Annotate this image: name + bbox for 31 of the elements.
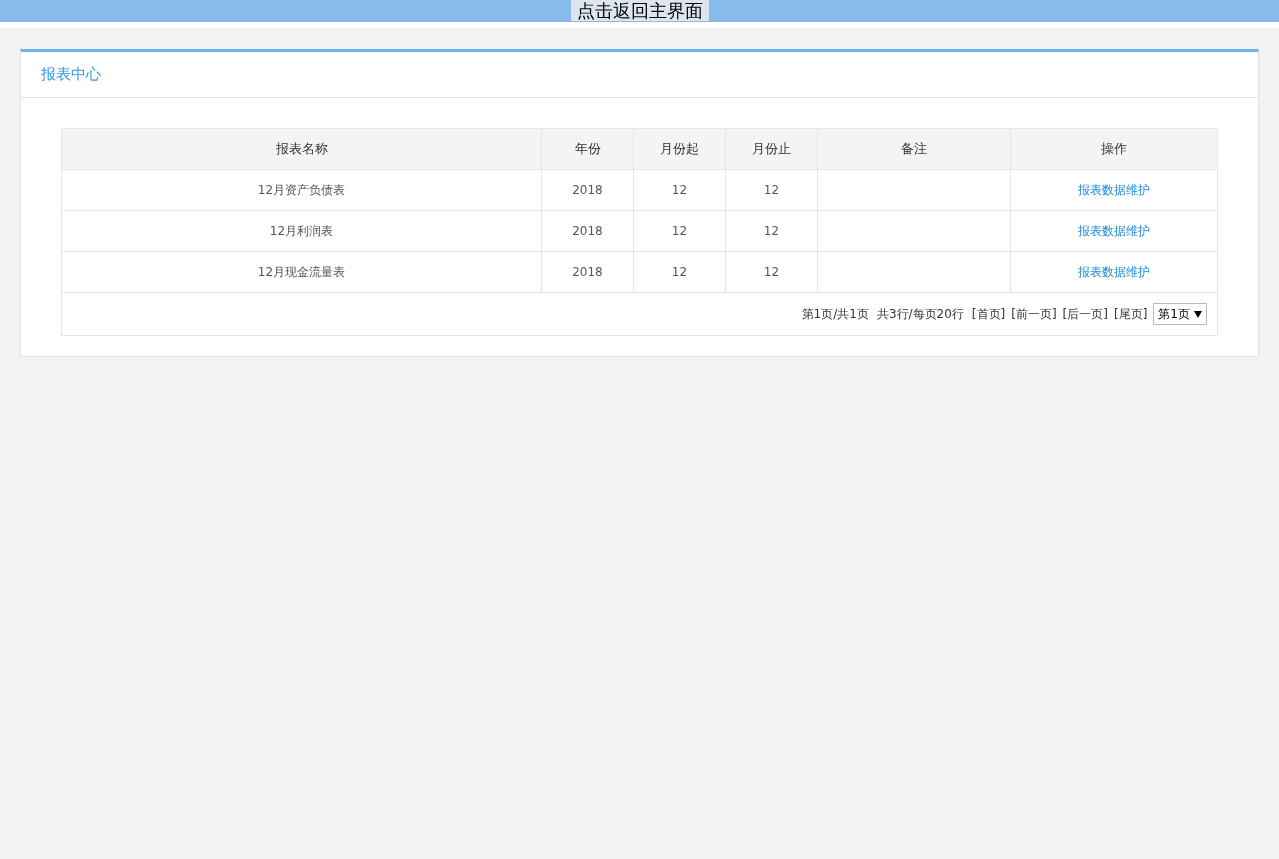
- table-cell: 12月现金流量表: [61, 251, 542, 293]
- pager-link[interactable]: [后一页]: [1062, 305, 1108, 323]
- panel-title: 报表中心: [41, 64, 101, 86]
- column-header: 月份起: [633, 128, 726, 170]
- maintain-data-link[interactable]: 报表数据维护: [1078, 224, 1150, 238]
- page-select[interactable]: 第1页: [1153, 303, 1207, 325]
- table-cell: 12: [725, 251, 818, 293]
- column-header: 备注: [817, 128, 1011, 170]
- column-header: 报表名称: [61, 128, 542, 170]
- pager-link[interactable]: [前一页]: [1011, 305, 1057, 323]
- column-header: 月份止: [725, 128, 818, 170]
- column-header: 操作: [1010, 128, 1218, 170]
- table-cell: 2018: [541, 210, 634, 252]
- dropdown-caret-icon: [1194, 310, 1202, 318]
- column-header: 年份: [541, 128, 634, 170]
- table-cell: 12: [633, 169, 726, 211]
- row-info: 共3行/每页20行: [876, 306, 964, 323]
- table-cell: 12: [725, 169, 818, 211]
- maintain-data-link[interactable]: 报表数据维护: [1078, 183, 1150, 197]
- pager-link[interactable]: [尾页]: [1114, 305, 1148, 323]
- pager-link[interactable]: [首页]: [971, 305, 1006, 323]
- maintain-data-link[interactable]: 报表数据维护: [1078, 265, 1150, 279]
- back-to-main-button[interactable]: 点击返回主界面: [570, 0, 709, 21]
- page-info: 第1页/共1页: [801, 306, 869, 323]
- table-cell: 12: [725, 210, 818, 252]
- table-cell: 12: [633, 210, 726, 252]
- table-cell: 2018: [541, 251, 634, 293]
- table-cell: 12月资产负债表: [61, 169, 542, 211]
- table-cell: 12: [633, 251, 726, 293]
- table-cell: 12月利润表: [61, 210, 542, 252]
- table-cell: 2018: [541, 169, 634, 211]
